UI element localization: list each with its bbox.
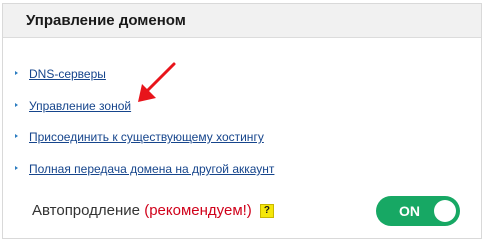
domain-management-panel: Управление доменом DNS-серверы Управлени… [2,3,482,239]
panel-title: Управление доменом [3,4,481,38]
link-label: DNS-серверы [29,67,106,81]
link-bullet-icon [15,134,18,138]
link-attach-hosting[interactable]: Присоединить к существующему хостингу [15,130,264,144]
autorenew-label: Автопродление [32,202,141,219]
link-label: Полная передача домена на другой аккаунт [29,162,275,176]
toggle-knob-icon [434,200,456,222]
link-bullet-icon [15,166,18,170]
link-full-transfer[interactable]: Полная передача домена на другой аккаунт [15,162,275,176]
link-bullet-icon [15,71,18,75]
link-dns-servers[interactable]: DNS-серверы [15,67,106,81]
autorenew-row: Автопродление (рекомендуем!) ? [32,202,274,219]
autorenew-toggle[interactable]: ON [376,196,460,226]
help-question-icon[interactable]: ? [259,204,274,218]
link-label: Присоединить к существующему хостингу [29,130,264,144]
link-bullet-icon [15,103,18,107]
recommendation-text: (рекомендуем!) [144,202,252,219]
link-zone-management[interactable]: Управление зоной [15,99,132,113]
toggle-state-label: ON [399,203,420,219]
link-label: Управление зоной [29,99,132,113]
red-arrow-icon [138,62,176,102]
